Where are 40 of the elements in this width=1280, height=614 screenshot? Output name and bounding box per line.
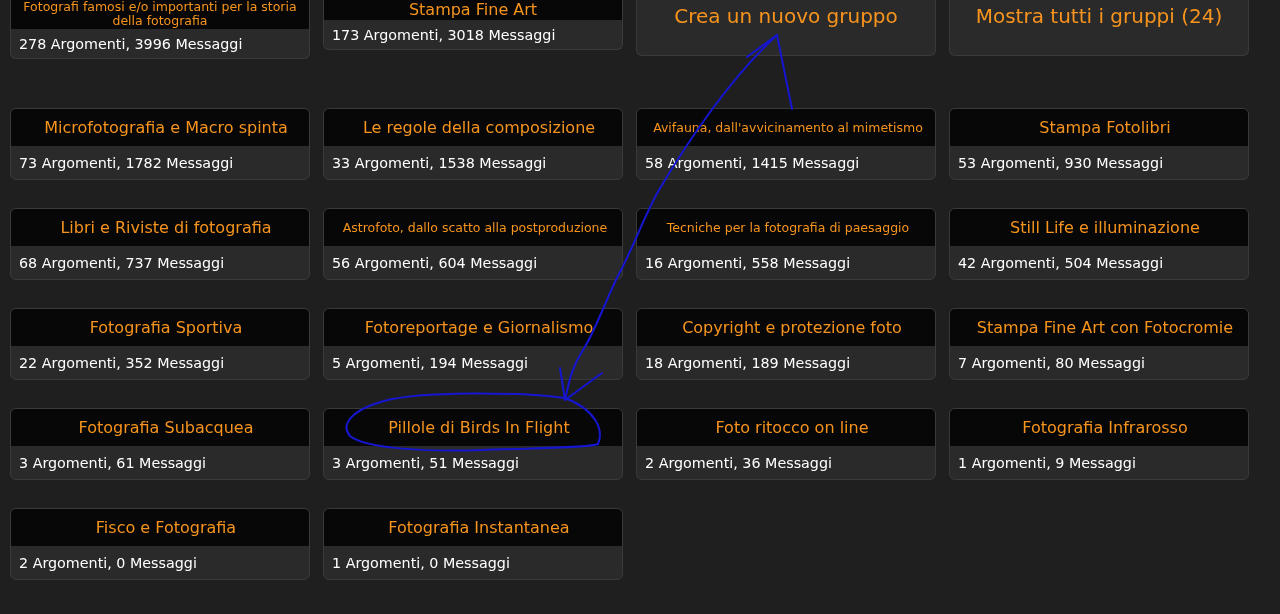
action-button[interactable]: Crea un nuovo gruppo (636, 0, 936, 56)
group-title-link[interactable]: Fotografia Subacquea (11, 409, 309, 446)
group-title-link[interactable]: Tecniche per la fotografia di paesaggio (637, 209, 935, 246)
group-stats: 2 Argomenti, 36 Messaggi (644, 453, 833, 473)
group-title-link[interactable]: Fisco e Fotografia (11, 509, 309, 546)
group-title-link[interactable]: Le regole della composizione (324, 109, 622, 146)
group-title-link[interactable]: Fotografia Sportiva (11, 309, 309, 346)
group-stats: 1 Argomenti, 9 Messaggi (957, 453, 1137, 473)
group-stats: 18 Argomenti, 189 Messaggi (644, 353, 852, 373)
group-title-link[interactable]: Stampa Fine Art (324, 0, 622, 20)
group-stats: 2 Argomenti, 0 Messaggi (18, 553, 198, 573)
group-stats: 7 Argomenti, 80 Messaggi (957, 353, 1146, 373)
group-stats: 5 Argomenti, 194 Messaggi (331, 353, 530, 373)
group-title-link[interactable]: Foto ritocco on line (637, 409, 935, 446)
group-stats: 1 Argomenti, 0 Messaggi (331, 553, 511, 573)
group-title-link[interactable]: Libri e Riviste di fotografia (11, 209, 309, 246)
group-stats: 68 Argomenti, 737 Messaggi (18, 253, 226, 273)
group-stats: 3 Argomenti, 61 Messaggi (18, 453, 207, 473)
group-stats: 22 Argomenti, 352 Messaggi (18, 353, 226, 373)
group-title-link[interactable]: Copyright e protezione foto (637, 309, 935, 346)
group-title-link[interactable]: Fotografia Infrarosso (950, 409, 1248, 446)
group-stats: 3 Argomenti, 51 Messaggi (331, 453, 520, 473)
group-title-link[interactable]: Still Life e illuminazione (950, 209, 1248, 246)
group-stats: 173 Argomenti, 3018 Messaggi (331, 25, 557, 45)
group-title-link[interactable]: Stampa Fine Art con Fotocromie (950, 309, 1248, 346)
group-title-link[interactable]: Microfotografia e Macro spinta (11, 109, 309, 146)
action-button[interactable]: Mostra tutti i gruppi (24) (949, 0, 1249, 56)
group-title-link[interactable]: Fotografia Instantanea (324, 509, 622, 546)
group-title-link[interactable]: Astrofoto, dallo scatto alla postproduzione (324, 209, 622, 246)
group-stats: 73 Argomenti, 1782 Messaggi (18, 153, 235, 173)
group-title-link[interactable]: Pillole di Birds In Flight (324, 409, 622, 446)
group-title-link[interactable]: Fotografi famosi e/o importanti per la storia della fotografia (11, 0, 309, 29)
group-stats: 33 Argomenti, 1538 Messaggi (331, 153, 548, 173)
group-stats: 278 Argomenti, 3996 Messaggi (18, 34, 244, 54)
group-title-link[interactable]: Fotoreportage e Giornalismo (324, 309, 622, 346)
group-stats: 16 Argomenti, 558 Messaggi (644, 253, 852, 273)
group-stats: 56 Argomenti, 604 Messaggi (331, 253, 539, 273)
group-stats: 42 Argomenti, 504 Messaggi (957, 253, 1165, 273)
group-stats: 53 Argomenti, 930 Messaggi (957, 153, 1165, 173)
group-title-link[interactable]: Stampa Fotolibri (950, 109, 1248, 146)
